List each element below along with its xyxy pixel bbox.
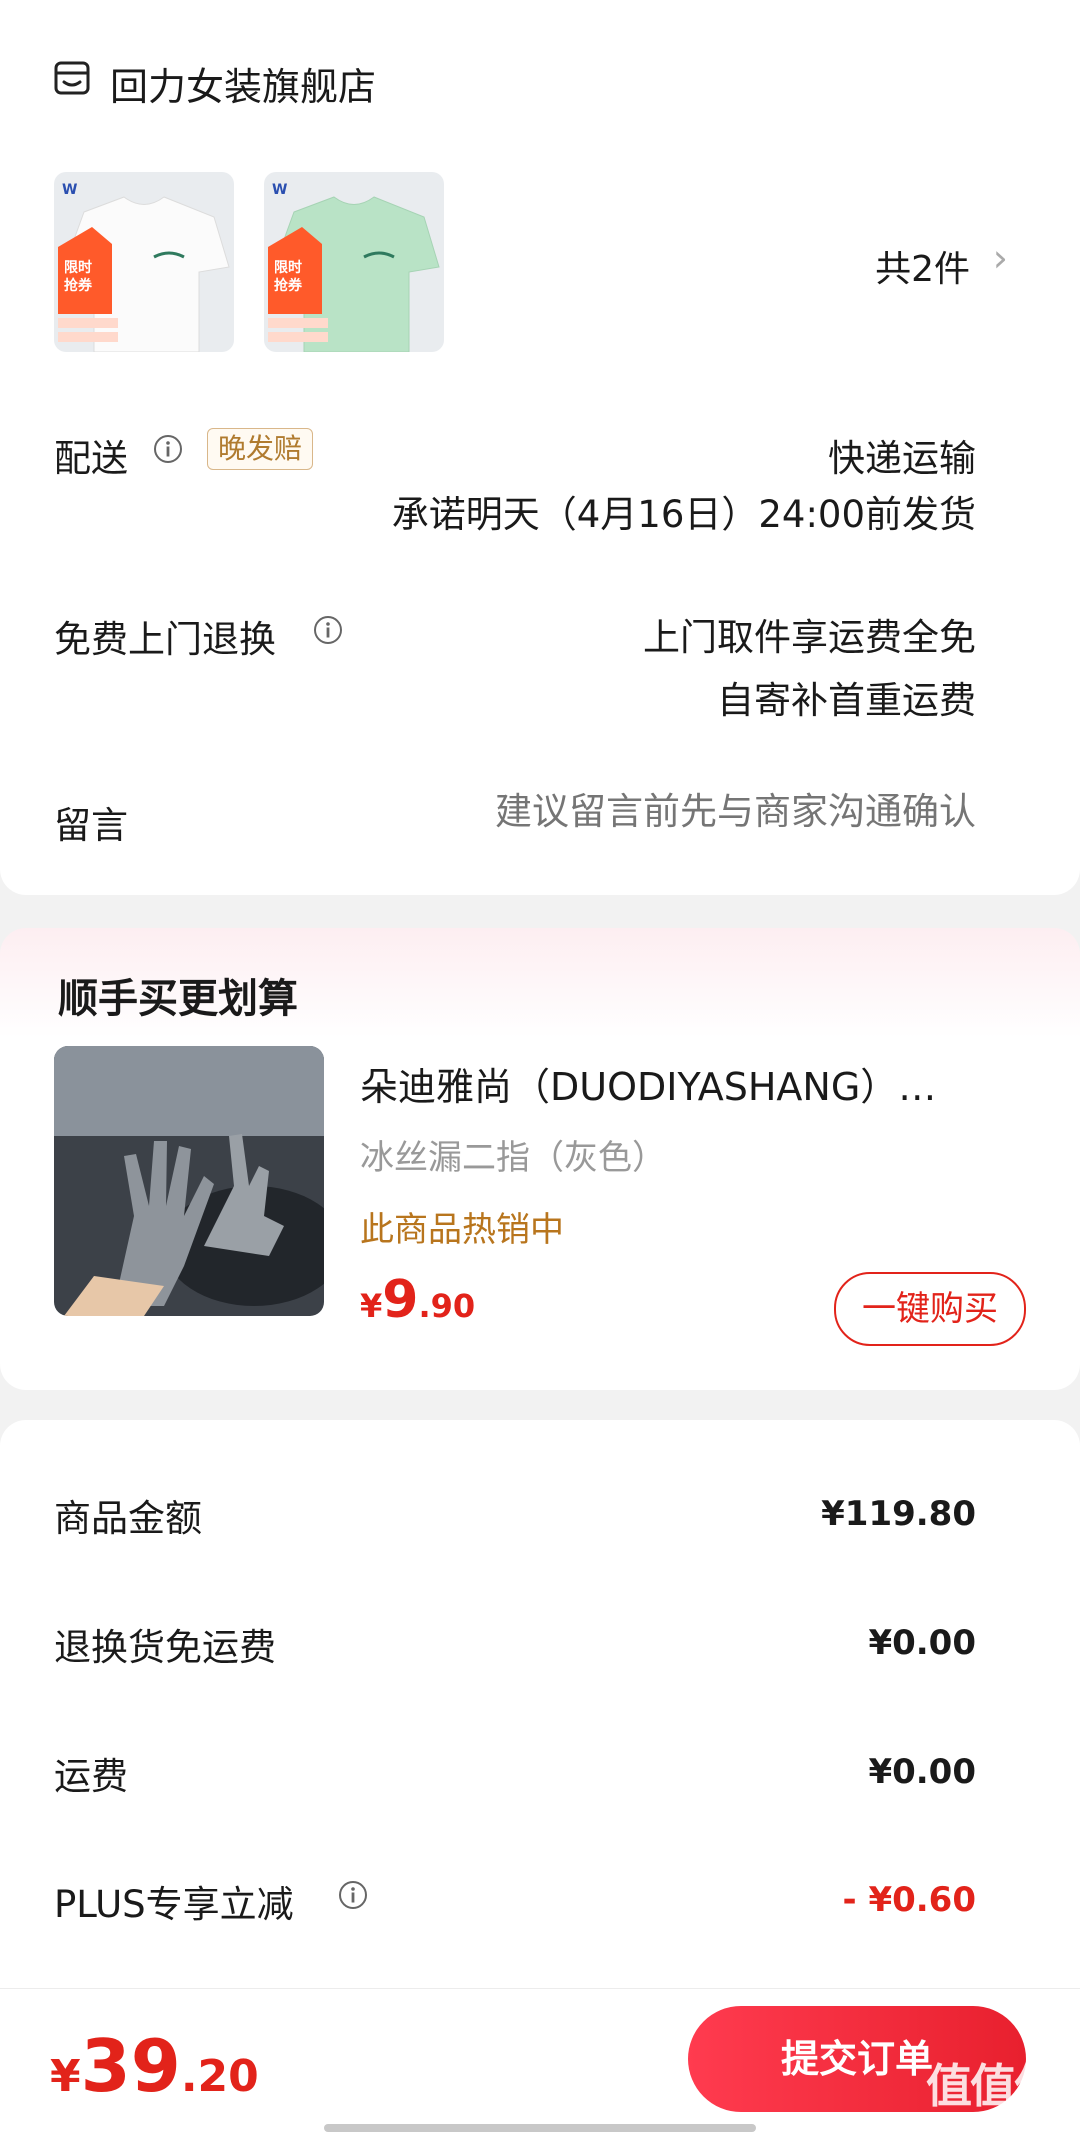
return-shipping-label: 退换货免运费 (54, 1626, 276, 1669)
upsell-price: ¥9.90 (360, 1270, 475, 1330)
free-return-pickup-text: 上门取件享运费全免 (643, 616, 976, 659)
total-price: ¥39.20 (50, 2024, 259, 2108)
limited-badge-line2: 抢券 (274, 277, 303, 294)
upsell-product-image[interactable] (54, 1046, 324, 1316)
goods-amount-label: 商品金额 (54, 1497, 202, 1540)
shipping-fee-label: 运费 (54, 1755, 128, 1798)
watermark-url: zhizhizhi.com (934, 2110, 1043, 2129)
upsell-product-spec: 冰丝漏二指（灰色） (360, 1138, 666, 1178)
upsell-title: 顺手买更划算 (58, 976, 298, 1022)
info-icon[interactable] (313, 615, 343, 645)
limited-badge-line2: 抢券 (64, 277, 93, 294)
message-label: 留言 (54, 804, 128, 847)
chevron-right-icon[interactable]: › (993, 236, 1008, 280)
upsell-product-name[interactable]: 朵迪雅尚（DUODIYASHANG）… (360, 1056, 1010, 1111)
green-tshirt-image: W 限时 抢券 (264, 172, 444, 352)
plus-discount-label: PLUS专享立减 (54, 1883, 294, 1926)
one-click-buy-button[interactable]: 一键购买 (834, 1272, 1026, 1346)
late-compensation-badge: 晚发赔 (207, 428, 314, 470)
watermark-logo: 值值值 (926, 2059, 1060, 2113)
item-count[interactable]: 共2件 (875, 240, 970, 292)
product-thumbnail[interactable]: W 限时 抢券 (54, 172, 234, 352)
product-thumbnail[interactable]: W 限时 抢券 (264, 172, 444, 352)
white-tshirt-image: W 限时 抢券 (54, 172, 234, 352)
plus-discount-value: - ¥0.60 (842, 1880, 977, 1920)
store-icon (54, 61, 90, 95)
svg-text:W: W (272, 182, 287, 198)
limited-badge-line1: 限时 (64, 259, 92, 276)
delivery-label: 配送 (54, 437, 128, 480)
info-icon[interactable] (153, 434, 183, 464)
goods-amount-value: ¥119.80 (821, 1494, 976, 1534)
free-return-label: 免费上门退换 (54, 618, 276, 661)
limited-badge-line1: 限时 (274, 259, 302, 276)
price-integer: 9 (382, 1270, 419, 1330)
info-icon[interactable] (338, 1880, 368, 1910)
price-decimal: .20 (180, 2051, 259, 2102)
currency-symbol: ¥ (50, 2051, 81, 2102)
upsell-hot-label: 此商品热销中 (360, 1210, 564, 1250)
delivery-method[interactable]: 快递运输 (828, 428, 976, 482)
gloves-image (54, 1046, 324, 1316)
store-name[interactable]: 回力女装旗舰店 (110, 56, 376, 111)
message-input[interactable] (376, 790, 976, 833)
price-integer: 39 (80, 2024, 181, 2108)
home-indicator[interactable] (324, 2124, 756, 2132)
delivery-promise: 承诺明天（4月16日）24:00前发货 (391, 493, 976, 536)
free-return-self-ship-text: 自寄补首重运费 (717, 679, 976, 722)
svg-text:W: W (62, 182, 77, 198)
currency-symbol: ¥ (360, 1287, 383, 1325)
price-decimal: .90 (418, 1287, 476, 1325)
shipping-fee-value: ¥0.00 (868, 1752, 976, 1792)
return-shipping-value: ¥0.00 (868, 1623, 976, 1663)
